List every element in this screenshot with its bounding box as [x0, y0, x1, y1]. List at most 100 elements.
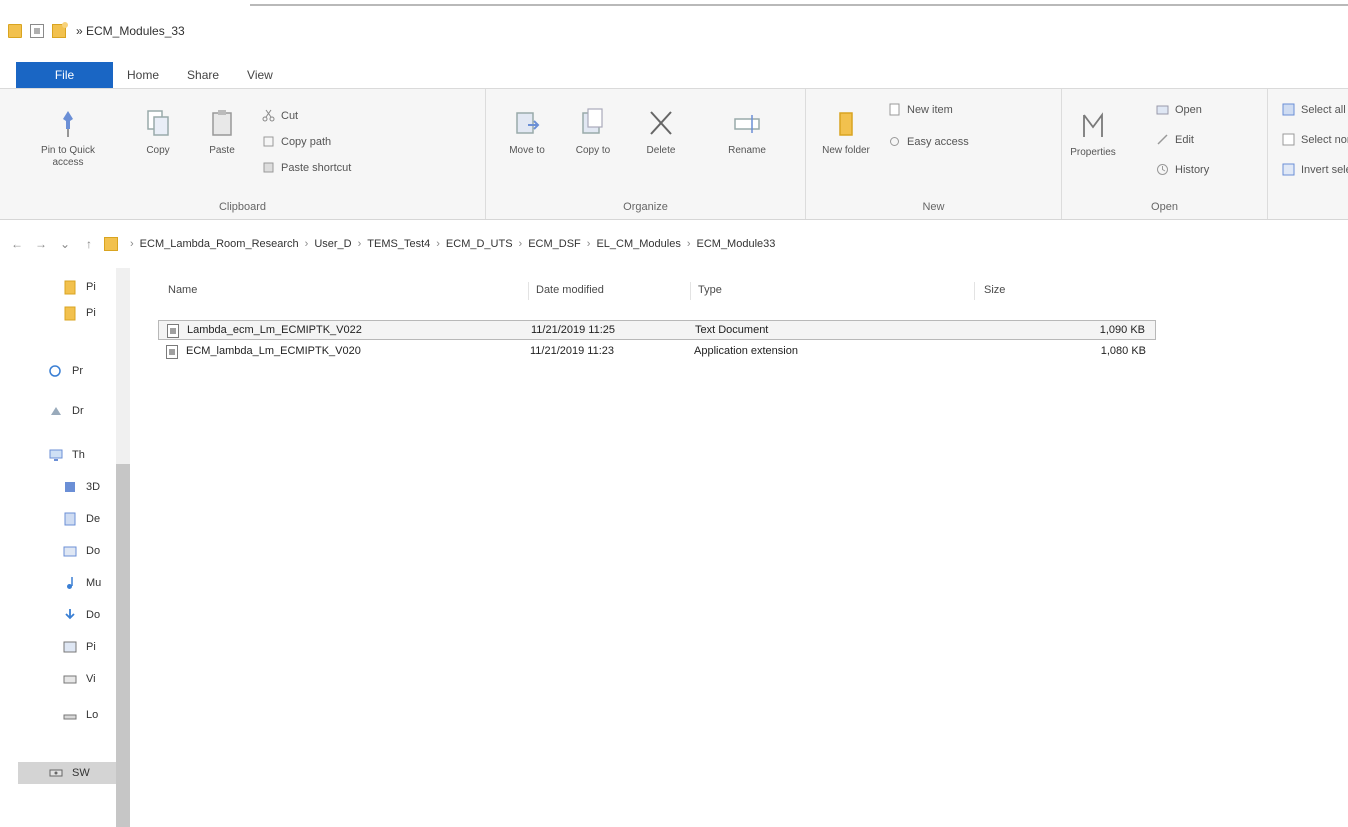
- cut-button[interactable]: Cut: [262, 109, 298, 122]
- scissors-icon: [262, 109, 275, 122]
- copy-path-button[interactable]: Copy path: [262, 135, 331, 148]
- column-header-type[interactable]: Type: [698, 276, 722, 304]
- nav-item[interactable]: 3D: [62, 476, 100, 498]
- nav-item[interactable]: Pi: [62, 636, 96, 658]
- delete-button[interactable]: Delete: [632, 107, 690, 157]
- breadcrumb-item[interactable]: TEMS_Test4: [367, 238, 430, 250]
- nav-item[interactable]: De: [62, 508, 100, 530]
- tab-home[interactable]: Home: [113, 62, 173, 88]
- edit-button[interactable]: Edit: [1156, 133, 1194, 146]
- file-row[interactable]: ECM_lambda_Lm_ECMIPTK_V020 11/21/2019 11…: [158, 342, 1156, 362]
- copy-to-icon: [582, 108, 603, 134]
- open-group-label: Open: [1151, 201, 1178, 213]
- open-button[interactable]: Open: [1156, 103, 1202, 116]
- nav-item[interactable]: Dr: [48, 400, 84, 422]
- nav-item[interactable]: Do: [62, 604, 100, 626]
- ribbon-tabs: File Home Share View: [0, 58, 287, 88]
- file-type: Text Document: [695, 324, 769, 336]
- downloads-icon: [65, 609, 75, 620]
- up-button[interactable]: ↑: [82, 237, 96, 251]
- file-date-modified: 11/21/2019 11:23: [530, 345, 615, 357]
- easy-access-button[interactable]: Easy access: [888, 135, 969, 148]
- file-row-selected[interactable]: Lambda_ecm_Lm_ECMIPTK_V022 11/21/2019 11…: [158, 320, 1156, 340]
- breadcrumb-item[interactable]: ECM_Lambda_Room_Research: [140, 238, 299, 250]
- paste-shortcut-button[interactable]: Paste shortcut: [262, 161, 351, 174]
- 3d-objects-icon: [65, 482, 75, 492]
- new-group-label: New: [922, 201, 945, 213]
- file-icon: [166, 345, 178, 359]
- pin-to-quick-access-button[interactable]: Pin to Quick access: [26, 107, 110, 169]
- chevron-right-icon: ›: [130, 238, 134, 250]
- column-header-name[interactable]: Name: [168, 276, 197, 304]
- column-divider[interactable]: [528, 282, 529, 300]
- select-all-icon: [1282, 103, 1295, 116]
- breadcrumb-item[interactable]: EL_CM_Modules: [596, 238, 680, 250]
- ribbon: Pin to Quick access Copy Paste Cut Copy …: [0, 88, 1348, 220]
- select-none-button[interactable]: Select none: [1282, 133, 1348, 146]
- file-icon: [167, 324, 179, 338]
- move-to-button[interactable]: Move to: [496, 107, 558, 157]
- videos-icon: [63, 675, 77, 684]
- paste-shortcut-icon: [263, 162, 274, 173]
- folder-icon: [104, 237, 118, 251]
- select-group: Select all Select none Invert selection: [1268, 89, 1348, 219]
- recent-locations-button[interactable]: ⌄: [58, 237, 72, 251]
- forward-button[interactable]: →: [34, 237, 48, 251]
- breadcrumb-item[interactable]: User_D: [314, 238, 351, 250]
- breadcrumb-item[interactable]: ECM_D_UTS: [446, 238, 513, 250]
- title-bar: » ECM_Modules_33: [0, 8, 1348, 54]
- folder-icon: [64, 280, 76, 295]
- clipboard-group-label: Clipboard: [218, 201, 267, 213]
- tab-file[interactable]: File: [16, 62, 113, 88]
- paste-icon: [212, 110, 232, 136]
- tab-view[interactable]: View: [233, 62, 287, 88]
- address-bar: ← → ⌄ ↑ › ECM_Lambda_Room_Research › Use…: [0, 228, 1348, 260]
- new-item-icon: [889, 103, 900, 116]
- tab-share[interactable]: Share: [173, 62, 233, 88]
- copy-button[interactable]: Copy: [136, 107, 180, 157]
- window-title: » ECM_Modules_33: [76, 24, 185, 38]
- pictures-icon: [63, 641, 77, 653]
- breadcrumb-item[interactable]: ECM_Module33: [697, 238, 776, 250]
- rename-button[interactable]: Rename: [716, 107, 778, 157]
- open-group: Open Edit History Open: [1062, 89, 1268, 219]
- nav-item[interactable]: Do: [62, 540, 100, 562]
- new-item-button[interactable]: New item: [888, 103, 953, 116]
- select-all-button[interactable]: Select all: [1282, 103, 1346, 116]
- properties-quick-access-icon[interactable]: [30, 24, 44, 38]
- column-header-size[interactable]: Size: [984, 276, 1005, 304]
- chevron-right-icon: ›: [357, 238, 362, 250]
- music-icon: [67, 577, 73, 589]
- nav-item[interactable]: Pi: [62, 276, 96, 298]
- file-name: Lambda_ecm_Lm_ECMIPTK_V022: [187, 324, 362, 336]
- paste-button[interactable]: Paste: [200, 107, 244, 157]
- new-folder-quick-access-icon[interactable]: [52, 22, 68, 38]
- chevron-right-icon: ›: [436, 238, 440, 250]
- nav-item[interactable]: Pi: [62, 302, 96, 324]
- history-button[interactable]: History: [1156, 163, 1209, 176]
- desktop-icon: [64, 512, 76, 526]
- chevron-right-icon: ›: [518, 238, 523, 250]
- delete-x-icon: [650, 111, 672, 135]
- nav-item[interactable]: Th: [48, 444, 85, 466]
- edit-icon: [1157, 134, 1168, 145]
- new-group: New folder New item Easy access Properti…: [806, 89, 1116, 219]
- column-divider[interactable]: [690, 282, 691, 300]
- column-header-date-modified[interactable]: Date modified: [536, 276, 604, 304]
- invert-selection-button[interactable]: Invert selection: [1282, 163, 1348, 176]
- organize-group: Move to Copy to Delete Rename Organize: [486, 89, 806, 219]
- invert-selection-icon: [1282, 163, 1295, 176]
- new-folder-icon: [839, 112, 853, 136]
- back-button[interactable]: ←: [10, 237, 24, 251]
- column-divider[interactable]: [974, 282, 975, 300]
- nav-item[interactable]: Vi: [62, 668, 96, 690]
- history-icon: [1157, 164, 1168, 175]
- new-folder-button[interactable]: New folder: [816, 107, 876, 157]
- nav-scrollbar-thumb[interactable]: [116, 464, 130, 827]
- breadcrumb-item[interactable]: ECM_DSF: [528, 238, 581, 250]
- copy-to-button[interactable]: Copy to: [562, 107, 624, 157]
- nav-item[interactable]: Pr: [48, 360, 83, 382]
- nav-item[interactable]: Mu: [62, 572, 101, 594]
- nav-item[interactable]: Lo: [62, 704, 98, 726]
- nav-item-selected[interactable]: SW: [18, 762, 116, 784]
